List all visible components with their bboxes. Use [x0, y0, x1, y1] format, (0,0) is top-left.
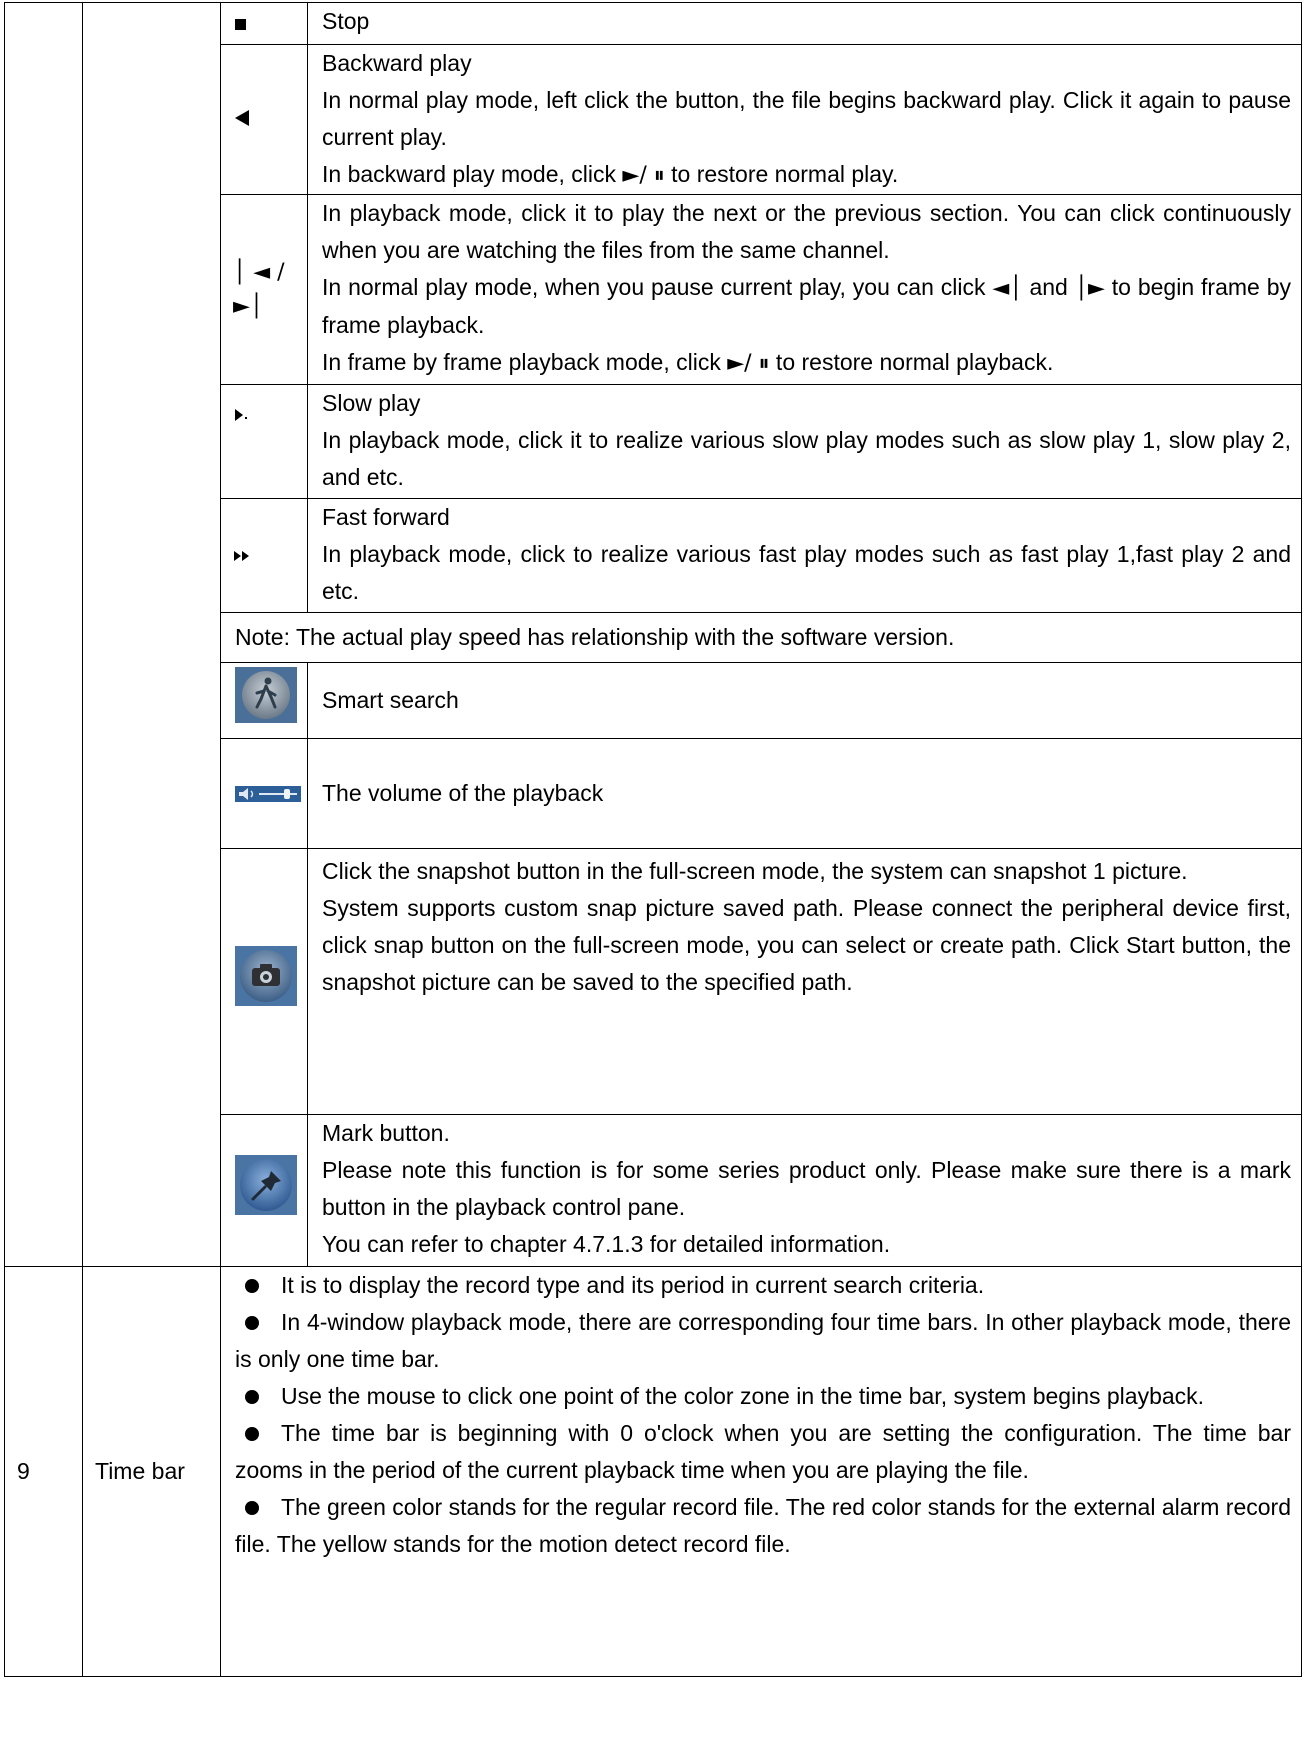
camera-icon [235, 946, 297, 1017]
bullet-2-text: In 4-window playback mode, there are cor… [235, 1309, 1291, 1372]
row-number: 9 [17, 1458, 30, 1484]
snapshot-text-2: System supports custom snap picture save… [322, 895, 1291, 995]
fast-forward-icon [233, 542, 251, 568]
table-row-time-bar: 9 Time bar It is to display the record t… [4, 1266, 1302, 1677]
snapshot-icon-cell [220, 848, 308, 1115]
table-row-stop: Stop [4, 2, 1302, 1267]
smart-icon-cell [220, 662, 308, 739]
volume-slider-icon [235, 776, 301, 813]
prev-frame-symbol: ◄│ [992, 276, 1023, 301]
bullet-dot [245, 1500, 259, 1515]
note-cell: Note: The actual play speed has relation… [220, 612, 1302, 663]
row-number-cell: 9 [4, 1266, 83, 1677]
section-icon-top: │ ◄ / [233, 259, 285, 285]
fast-text: In playback mode, click to realize vario… [322, 541, 1291, 604]
bullet-3-text: Use the mouse to click one point of the … [281, 1383, 1205, 1409]
fast-icon-cell [220, 498, 308, 613]
section-text-1: In playback mode, click it to play the n… [322, 200, 1291, 263]
bullet-5: The green color stands for the regular r… [235, 1489, 1291, 1563]
mark-text-1: Please note this function is for some se… [322, 1157, 1291, 1220]
smart-search-label: Smart search [322, 687, 459, 713]
backward-text: In normal play mode, left click the butt… [322, 87, 1291, 150]
bullet-dot [245, 1315, 259, 1330]
bullet-5-text: The green color stands for the regular r… [235, 1494, 1291, 1557]
stop-icon-cell [220, 2, 308, 45]
bullet-3: Use the mouse to click one point of the … [235, 1378, 1291, 1415]
slow-text: In playback mode, click it to realize va… [322, 427, 1291, 490]
bullet-dot [245, 1278, 259, 1293]
slow-desc-cell: Slow play In playback mode, click it to … [307, 384, 1302, 499]
mark-text-2: You can refer to chapter 4.7.1.3 for det… [322, 1231, 891, 1257]
slow-title: Slow play [322, 390, 421, 416]
stop-icon [235, 19, 246, 31]
section-text-3b: to restore normal playback. [769, 349, 1054, 375]
bullet-4: The time bar is beginning with 0 o'clock… [235, 1415, 1291, 1489]
blank-name-cell [82, 2, 221, 1267]
mark-title: Mark button. [322, 1120, 450, 1146]
section-icon-bottom: ►│ [233, 293, 264, 319]
section-desc-cell: In playback mode, click it to play the n… [307, 194, 1302, 385]
bullet-dot [245, 1389, 259, 1404]
backward-restore-a: In backward play mode, click [322, 161, 623, 187]
bullet-4-text: The time bar is beginning with 0 o'clock… [235, 1420, 1291, 1483]
slow-play-icon [233, 402, 249, 428]
bullet-2: In 4-window playback mode, there are cor… [235, 1304, 1291, 1378]
volume-label: The volume of the playback [322, 780, 604, 806]
next-frame-symbol: │► [1074, 276, 1105, 301]
time-bar-desc-cell: It is to display the record type and its… [220, 1266, 1302, 1677]
backward-restore-b: to restore normal play. [664, 161, 899, 187]
mark-icon-cell [220, 1114, 308, 1267]
backward-play-icon [233, 106, 251, 132]
play-pause-symbol: ►/ ⏸ [622, 163, 665, 188]
section-text-3a: In frame by frame playback mode, click [322, 349, 728, 375]
snapshot-desc-cell: Click the snapshot button in the full-sc… [307, 848, 1302, 1115]
blank-num-cell [4, 2, 83, 1267]
slow-icon-cell [220, 384, 308, 499]
note-text: Note: The actual play speed has relation… [235, 624, 955, 650]
stop-desc-cell: Stop [307, 2, 1302, 45]
play-pause-symbol-2: ►/ ⏸ [727, 351, 770, 376]
mark-desc-cell: Mark button. Please note this function i… [307, 1114, 1302, 1267]
fast-title: Fast forward [322, 504, 450, 530]
fast-desc-cell: Fast forward In playback mode, click to … [307, 498, 1302, 613]
section-text-3: In frame by frame playback mode, click ►… [322, 344, 1291, 382]
bullet-1: It is to display the record type and its… [235, 1267, 1291, 1304]
section-icon-cell: │ ◄ / ►│ [220, 194, 308, 385]
stop-label: Stop [322, 8, 370, 34]
volume-desc-cell: The volume of the playback [307, 738, 1302, 849]
smart-desc-cell: Smart search [307, 662, 1302, 739]
backward-desc-cell: Backward play In normal play mode, left … [307, 44, 1302, 195]
smart-search-icon [235, 667, 297, 734]
bullet-dot [245, 1426, 259, 1441]
row-name: Time bar [95, 1458, 185, 1484]
section-text-2a: In normal play mode, when you pause curr… [322, 274, 993, 300]
bullet-1-text: It is to display the record type and its… [281, 1272, 985, 1298]
pin-icon [235, 1155, 297, 1226]
section-text-2: In normal play mode, when you pause curr… [322, 269, 1291, 344]
prev-next-section-icon: │ ◄ / ►│ [233, 256, 307, 324]
volume-icon-cell [220, 738, 308, 849]
row-name-cell: Time bar [82, 1266, 221, 1677]
backward-title: Backward play [322, 50, 472, 76]
playback-controls-table: Stop Backward play In normal play mode, … [4, 2, 1302, 1677]
section-text-2b: and [1022, 274, 1075, 300]
backward-restore-text: In backward play mode, click ►/ ⏸ to res… [322, 156, 1291, 194]
backward-icon-cell [220, 44, 308, 195]
snapshot-text-1: Click the snapshot button in the full-sc… [322, 858, 1188, 884]
